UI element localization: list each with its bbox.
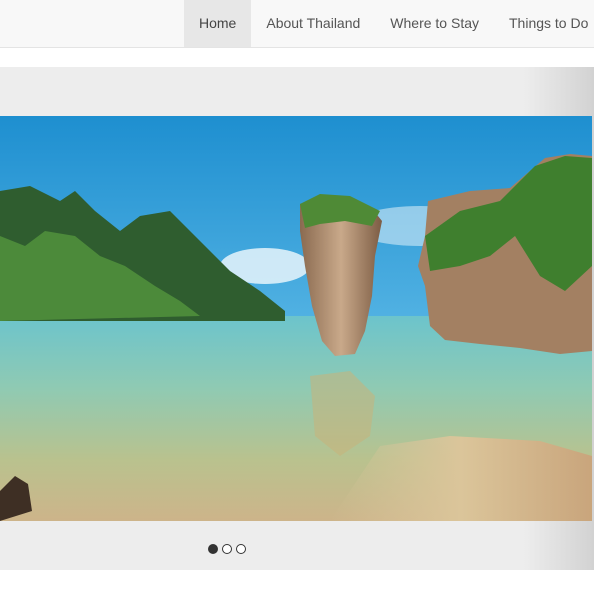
nav-item-where-to-stay[interactable]: Where to Stay (375, 0, 494, 47)
carousel-indicator-1[interactable] (208, 544, 218, 554)
nav-menu: Home About Thailand Where to Stay Things… (184, 0, 594, 47)
carousel-slide-image[interactable] (0, 116, 592, 521)
nav-item-about-thailand[interactable]: About Thailand (251, 0, 375, 47)
carousel (0, 67, 594, 570)
navbar: Home About Thailand Where to Stay Things… (0, 0, 594, 48)
carousel-indicator-2[interactable] (222, 544, 232, 554)
carousel-indicators (208, 544, 246, 554)
landscape-image (0, 116, 592, 521)
nav-item-home[interactable]: Home (184, 0, 252, 47)
carousel-indicator-3[interactable] (236, 544, 246, 554)
nav-item-things-to-do[interactable]: Things to Do (494, 0, 594, 47)
